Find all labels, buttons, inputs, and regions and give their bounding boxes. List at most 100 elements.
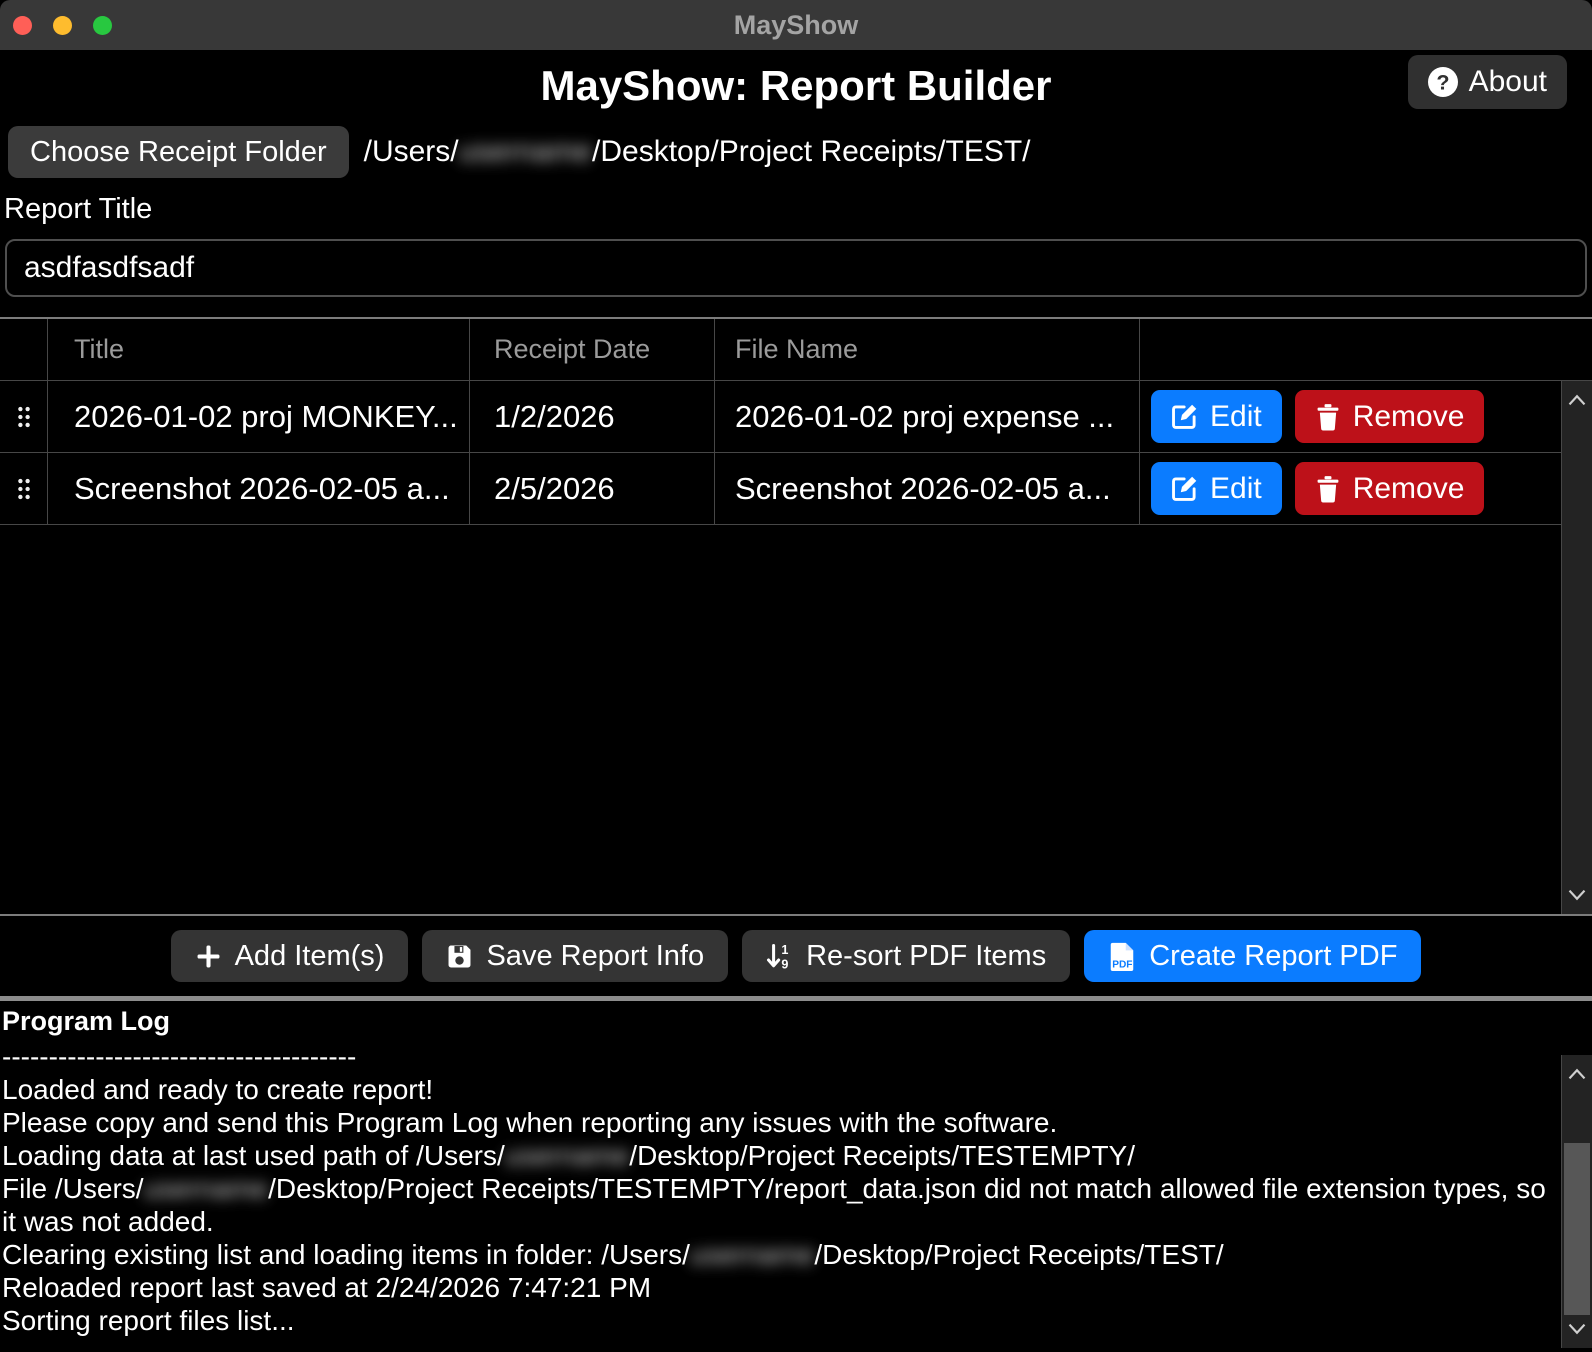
log-text-segment: Reloaded report last saved at 2/24/2026 … <box>2 1272 651 1303</box>
chevron-up-icon[interactable] <box>1567 1067 1587 1081</box>
receipt-folder-path: /Users/username/Desktop/Project Receipts… <box>364 135 1031 169</box>
log-line: Loaded and ready to create report! <box>2 1073 1550 1106</box>
file-name-column-header: File Name <box>715 319 1140 380</box>
log-scrollbar[interactable] <box>1561 1055 1592 1348</box>
chevron-up-icon[interactable] <box>1567 393 1587 407</box>
program-log-heading: Program Log <box>2 1006 1592 1037</box>
log-line: Loading data at last used path of /Users… <box>2 1139 1550 1172</box>
receipt-date-column-header: Receipt Date <box>470 319 715 380</box>
title-column-header: Title <box>48 319 470 380</box>
table-scrollbar[interactable] <box>1561 381 1592 914</box>
log-text-segment: File /Users/ <box>2 1173 144 1204</box>
svg-text:9: 9 <box>781 957 788 970</box>
edit-button-label: Edit <box>1210 472 1262 506</box>
edit-button-label: Edit <box>1210 400 1262 434</box>
remove-button-label: Remove <box>1353 400 1465 434</box>
add-items-button[interactable]: Add Item(s) <box>171 930 409 982</box>
chevron-down-icon[interactable] <box>1567 1322 1587 1336</box>
log-line: -------------------------------------- <box>2 1040 1550 1073</box>
trash-icon <box>1315 403 1341 431</box>
log-line: Sorting report files list... <box>2 1304 1550 1337</box>
table-header-row: Title Receipt Date File Name <box>0 319 1592 381</box>
create-report-pdf-label: Create Report PDF <box>1149 940 1397 973</box>
row-receipt-date-cell-text: 2/5/2026 <box>494 471 615 507</box>
edit-button[interactable]: Edit <box>1151 462 1282 515</box>
log-text-segment: -------------------------------------- <box>2 1041 356 1072</box>
table-row: Screenshot 2026-02-05 a... 2/5/2026 Screen… <box>0 453 1592 525</box>
row-file-name-cell-text: Screenshot 2026-02-05 a... <box>735 471 1111 507</box>
save-report-info-label: Save Report Info <box>486 940 704 973</box>
page-title: MayShow: Report Builder <box>0 54 1592 118</box>
log-text-segment: Please copy and send this Program Log wh… <box>2 1107 1057 1138</box>
actions-column-header <box>1140 319 1592 380</box>
log-text-segment: Sorting report files list... <box>2 1305 295 1336</box>
row-file-name-cell: Screenshot 2026-02-05 a... <box>715 453 1140 524</box>
create-report-pdf-button[interactable]: PDF Create Report PDF <box>1084 930 1421 982</box>
log-divider <box>0 996 1592 1001</box>
svg-text:PDF: PDF <box>1112 960 1132 971</box>
pdf-file-icon: PDF <box>1108 941 1136 971</box>
edit-button[interactable]: Edit <box>1151 390 1282 443</box>
window-title: MayShow <box>0 10 1592 41</box>
redacted-username: username <box>459 135 592 168</box>
plus-icon <box>195 943 222 970</box>
about-button[interactable]: ? About <box>1408 55 1567 109</box>
log-text-segment: /Desktop/Project Receipts/TESTEMPTY/ <box>629 1140 1135 1171</box>
row-title-cell: 2026-01-02 proj MONKEY... <box>48 381 470 452</box>
floppy-disk-icon <box>446 943 473 970</box>
program-log-text: --------------------------------------Lo… <box>2 1040 1550 1337</box>
row-title-cell-text: Screenshot 2026-02-05 a... <box>74 471 450 507</box>
svg-text:?: ? <box>1436 70 1449 95</box>
save-report-info-button[interactable]: Save Report Info <box>422 930 728 982</box>
report-title-input[interactable] <box>5 239 1587 297</box>
resort-pdf-items-label: Re-sort PDF Items <box>806 940 1046 973</box>
log-scrollbar-thumb[interactable] <box>1564 1143 1590 1315</box>
question-circle-icon: ? <box>1428 67 1458 97</box>
row-receipt-date-cell: 1/2/2026 <box>470 381 715 452</box>
redacted-username: username <box>690 1239 815 1270</box>
table-body: 2026-01-02 proj MONKEY... 1/2/2026 2026-01… <box>0 381 1592 525</box>
row-title-cell-text: 2026-01-02 proj MONKEY... <box>74 399 458 435</box>
choose-receipt-folder-button[interactable]: Choose Receipt Folder <box>8 126 349 178</box>
window-titlebar: MayShow <box>0 0 1592 50</box>
remove-button[interactable]: Remove <box>1295 390 1485 443</box>
path-prefix: /Users/ <box>364 135 459 168</box>
receipt-items-table: Title Receipt Date File Name 2026-01-02 … <box>0 317 1592 916</box>
edit-pencil-icon <box>1171 403 1198 430</box>
sort-numeric-down-icon: 19 <box>766 943 793 970</box>
row-actions-cell: Edit Remove <box>1140 453 1592 524</box>
row-file-name-cell-text: 2026-01-02 proj expense ... <box>735 399 1114 435</box>
redacted-username: username <box>144 1173 269 1204</box>
row-title-cell: Screenshot 2026-02-05 a... <box>48 453 470 524</box>
redacted-username: username <box>505 1140 630 1171</box>
report-title-label: Report Title <box>4 193 1592 226</box>
drag-column-header <box>0 319 48 380</box>
row-drag-handle[interactable] <box>0 381 48 452</box>
log-text-segment: Loading data at last used path of /Users… <box>2 1140 505 1171</box>
log-text-segment: Clearing existing list and loading items… <box>2 1239 690 1270</box>
log-line: Please copy and send this Program Log wh… <box>2 1106 1550 1139</box>
program-log: --------------------------------------Lo… <box>0 1040 1592 1352</box>
log-text-segment: Loaded and ready to create report! <box>2 1074 433 1105</box>
row-receipt-date-cell: 2/5/2026 <box>470 453 715 524</box>
edit-pencil-icon <box>1171 475 1198 502</box>
grip-dots-icon <box>13 404 35 430</box>
row-file-name-cell: 2026-01-02 proj expense ... <box>715 381 1140 452</box>
path-suffix: /Desktop/Project Receipts/TEST/ <box>592 135 1031 168</box>
log-line: Clearing existing list and loading items… <box>2 1238 1550 1271</box>
resort-pdf-items-button[interactable]: 19 Re-sort PDF Items <box>742 930 1070 982</box>
chevron-down-icon[interactable] <box>1567 888 1587 902</box>
action-bar: Add Item(s) Save Report Info 19 Re-sort … <box>0 916 1592 996</box>
row-receipt-date-cell-text: 1/2/2026 <box>494 399 615 435</box>
remove-button-label: Remove <box>1353 472 1465 506</box>
row-drag-handle[interactable] <box>0 453 48 524</box>
remove-button[interactable]: Remove <box>1295 462 1485 515</box>
add-items-label: Add Item(s) <box>235 940 385 973</box>
log-text-segment: /Desktop/Project Receipts/TEST/ <box>814 1239 1223 1270</box>
trash-icon <box>1315 475 1341 503</box>
about-button-label: About <box>1469 65 1547 99</box>
log-line: File /Users/username/Desktop/Project Rec… <box>2 1172 1550 1238</box>
row-actions-cell: Edit Remove <box>1140 381 1592 452</box>
grip-dots-icon <box>13 476 35 502</box>
svg-text:1: 1 <box>781 943 788 957</box>
